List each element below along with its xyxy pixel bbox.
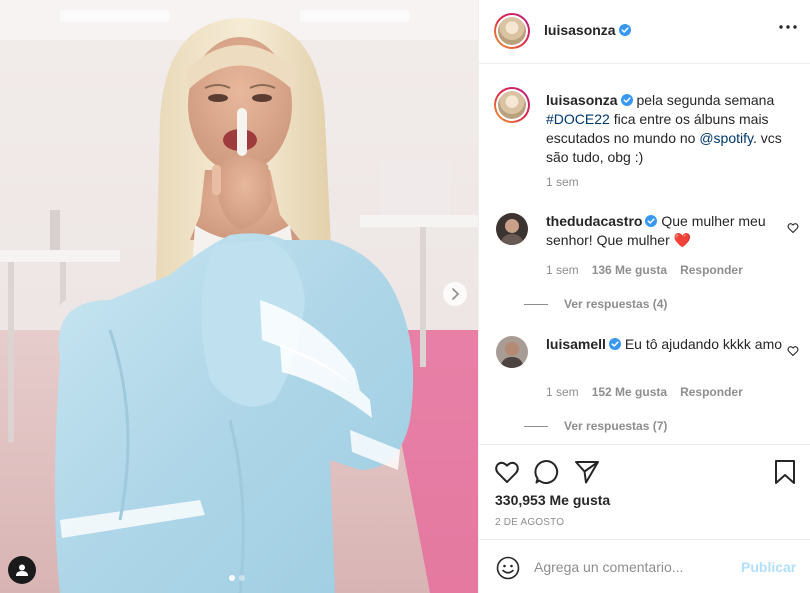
carousel-dot [239,575,245,581]
verified-badge-icon [618,24,631,36]
heart-icon[interactable] [494,459,520,485]
caption-body-start: pela segunda semana [636,92,775,108]
author-username[interactable]: luisasonza [544,22,631,38]
view-replies-button[interactable]: Ver respuestas (7) [524,419,667,433]
comment-time[interactable]: 1 sem [546,263,579,277]
caption-text: luisasonza pela segunda semana #DOCE22 f… [546,91,796,167]
replies-divider [524,303,548,305]
comment-likes[interactable]: 152 Me gusta [592,385,667,399]
caption-author-avatar[interactable] [494,87,530,123]
comment-icon[interactable] [534,459,560,485]
author-avatar[interactable] [494,13,530,49]
comment-avatar[interactable] [496,213,528,245]
carousel-indicator [229,575,245,581]
instagram-post: luisasonza luisasonza pela segunda seman… [0,0,810,593]
comment-input[interactable] [534,555,734,579]
view-replies-label: Ver respuestas (4) [564,297,668,311]
post-photo[interactable] [0,0,478,593]
comment-text: thedudacastro Que mulher meu senhor! Que… [546,212,786,250]
caption-username[interactable]: luisasonza [546,92,618,108]
comment-meta: 1 sem 152 Me gusta Responder [546,385,743,399]
heart-icon[interactable] [787,222,799,234]
post-details-panel: luisasonza luisasonza pela segunda seman… [478,0,810,593]
emoji-icon[interactable] [496,556,520,580]
tagged-users-button[interactable] [8,556,36,584]
comment-text: luisamell Eu tô ajudando kkkk amo [546,335,786,354]
comment-username[interactable]: thedudacastro [546,213,642,229]
paper-plane-icon[interactable] [574,459,600,485]
verified-badge-icon [608,338,621,350]
verified-badge-icon [620,94,633,106]
more-options-icon[interactable] [779,25,797,29]
heart-icon[interactable] [787,345,799,357]
chevron-right-icon [452,288,459,300]
view-replies-label: Ver respuestas (7) [564,419,668,433]
post-likes-count[interactable]: 330,953 Me gusta [495,492,610,508]
post-image [0,0,478,593]
user-tag-icon [16,564,28,576]
view-replies-button[interactable]: Ver respuestas (4) [524,297,667,311]
comment-username[interactable]: luisamell [546,336,606,352]
bookmark-icon[interactable] [772,459,798,485]
publish-button[interactable]: Publicar [741,559,796,575]
mention-link[interactable]: @spotify [699,130,753,146]
replies-divider [524,425,548,427]
verified-badge-icon [645,215,658,227]
post-header: luisasonza [479,0,810,64]
hashtag-link[interactable]: #DOCE22 [546,111,610,127]
caption-time[interactable]: 1 sem [546,175,579,189]
carousel-dot-active [229,575,235,581]
post-actions: 330,953 Me gusta 2 DE AGOSTO [479,444,810,539]
post-date[interactable]: 2 DE AGOSTO [495,517,564,528]
comment-likes[interactable]: 136 Me gusta [592,263,667,277]
next-image-button[interactable] [443,282,467,306]
comment-composer: Publicar [479,539,810,593]
reply-button[interactable]: Responder [680,263,743,277]
comment-body: Eu tô ajudando kkkk amo [624,336,783,352]
comment-meta: 1 sem 136 Me gusta Responder [546,263,743,277]
comment-avatar[interactable] [496,336,528,368]
reply-button[interactable]: Responder [680,385,743,399]
comment-time[interactable]: 1 sem [546,385,579,399]
red-heart-emoji: ❤️ [673,232,692,248]
